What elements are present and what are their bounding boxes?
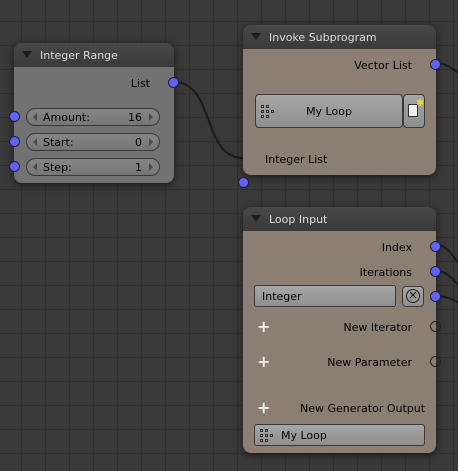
plus-icon[interactable]: + [257, 354, 270, 370]
new-subprogram-button[interactable]: ✱ [403, 94, 425, 128]
decrement-arrow-icon[interactable] [33, 163, 37, 171]
new-parameter-socket[interactable] [430, 356, 441, 367]
collapse-icon[interactable] [251, 215, 261, 222]
start-field[interactable]: Start: 0 [26, 133, 160, 151]
collapse-icon[interactable] [251, 33, 261, 40]
integer-range-header[interactable]: Integer Range [14, 43, 174, 67]
loop-select-button[interactable]: My Loop [254, 424, 425, 446]
index-output-socket[interactable] [430, 241, 441, 252]
subprogram-name: My Loop [306, 105, 352, 118]
step-input-socket[interactable] [9, 161, 20, 172]
node-tree-icon [260, 429, 274, 443]
new-iterator-label[interactable]: New Iterator [343, 321, 412, 334]
node-title: Loop Input [269, 212, 328, 226]
loop-input-body: Index Iterations Integer ✕ + New Iterato… [243, 231, 441, 453]
remove-button[interactable]: ✕ [402, 286, 424, 307]
list-output-label: List [130, 77, 150, 90]
integer-output-socket[interactable] [430, 291, 441, 302]
loop-name: My Loop [281, 429, 327, 442]
vector-list-output-label: Vector List [354, 59, 412, 72]
loop-input-header[interactable]: Loop Input [243, 207, 436, 231]
step-label: Step: [43, 161, 72, 174]
start-value: 0 [135, 136, 142, 149]
amount-input-socket[interactable] [9, 111, 20, 122]
invoke-subprogram-header[interactable]: Invoke Subprogram [243, 25, 436, 49]
step-field[interactable]: Step: 1 [26, 158, 160, 176]
list-output-socket[interactable] [168, 77, 179, 88]
invoke-subprogram-body: Vector List My Loop ✱ Integer List [238, 49, 441, 188]
new-generator-output-label[interactable]: New Generator Output [300, 402, 425, 415]
integer-list-input-socket[interactable] [238, 177, 249, 188]
collapse-icon[interactable] [22, 51, 32, 58]
increment-arrow-icon[interactable] [149, 113, 153, 121]
type-field[interactable]: Integer [254, 285, 396, 307]
integer-range-node[interactable]: Integer Range List Amount: 16 Start: 0 S… [9, 43, 179, 183]
type-field-value: Integer [262, 290, 302, 303]
start-label: Start: [43, 136, 74, 149]
increment-arrow-icon[interactable] [149, 163, 153, 171]
link-list-to-integer-list [173, 81, 244, 159]
node-title: Integer Range [40, 48, 118, 62]
node-title: Invoke Subprogram [269, 30, 377, 44]
integer-list-input-label: Integer List [265, 153, 328, 166]
x-icon: ✕ [406, 289, 420, 303]
plus-icon[interactable]: + [257, 400, 270, 416]
decrement-arrow-icon[interactable] [33, 113, 37, 121]
decrement-arrow-icon[interactable] [33, 138, 37, 146]
increment-arrow-icon[interactable] [149, 138, 153, 146]
amount-field[interactable]: Amount: 16 [26, 108, 160, 126]
plus-icon[interactable]: + [257, 319, 270, 335]
amount-value: 16 [128, 111, 142, 124]
index-output-label: Index [381, 241, 412, 254]
new-iterator-socket[interactable] [430, 321, 441, 332]
subprogram-select-button[interactable]: My Loop [255, 94, 403, 128]
start-input-socket[interactable] [9, 136, 20, 147]
iterations-output-label: Iterations [359, 266, 412, 279]
sparkle-icon: ✱ [416, 98, 425, 109]
integer-range-body: List Amount: 16 Start: 0 Step: 1 [9, 67, 179, 183]
vector-list-output-socket[interactable] [430, 59, 441, 70]
invoke-subprogram-node[interactable]: Invoke Subprogram Vector List My Loop ✱ … [238, 25, 441, 188]
amount-label: Amount: [43, 111, 90, 124]
iterations-output-socket[interactable] [430, 266, 441, 277]
new-parameter-label[interactable]: New Parameter [327, 356, 412, 369]
step-value: 1 [135, 161, 142, 174]
loop-input-node[interactable]: Loop Input Index Iterations Integer ✕ + … [243, 207, 441, 453]
